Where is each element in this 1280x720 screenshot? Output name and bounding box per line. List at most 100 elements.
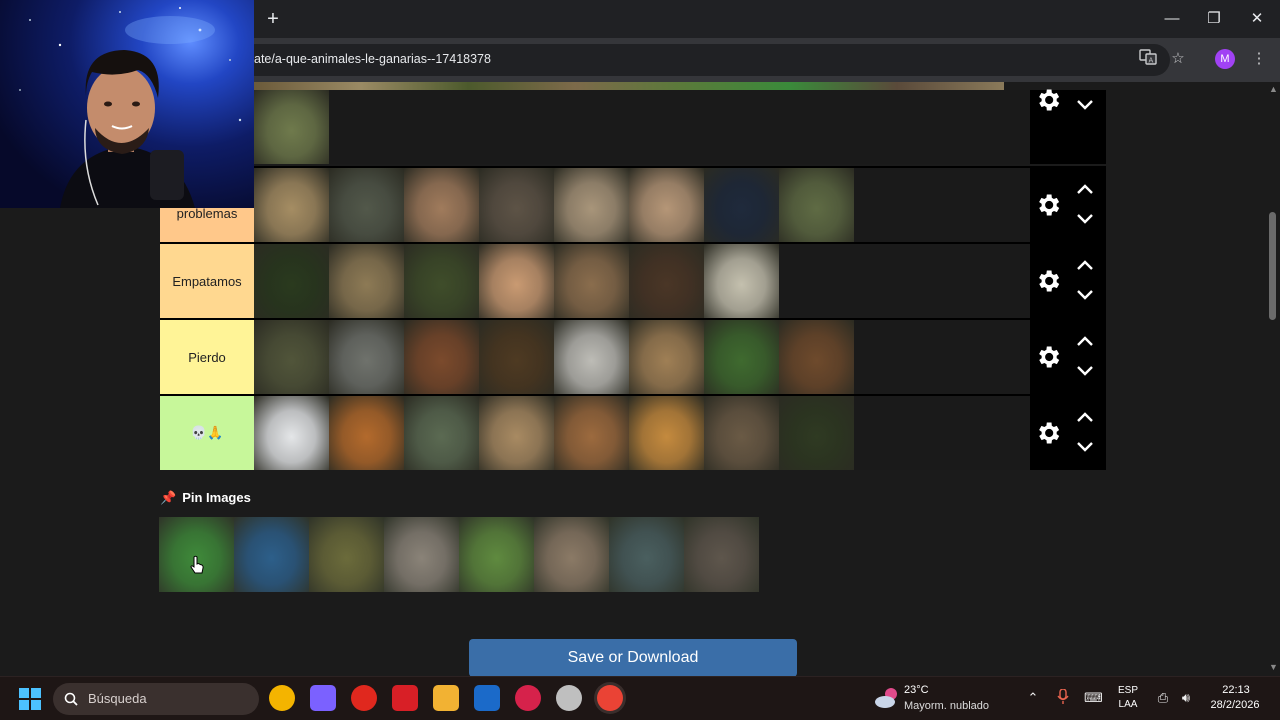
animal-image-tile[interactable]: [254, 320, 329, 394]
animal-image-tile[interactable]: [479, 168, 554, 242]
gear-icon[interactable]: [1034, 343, 1062, 371]
pinned-animal-image[interactable]: [309, 517, 384, 592]
animal-image-tile[interactable]: [254, 244, 329, 318]
gear-icon[interactable]: [1034, 419, 1062, 447]
pinned-animal-image[interactable]: [684, 517, 759, 592]
webcam-overlay: [0, 0, 254, 208]
github-icon[interactable]: [556, 685, 582, 711]
pinned-animal-image[interactable]: [534, 517, 609, 592]
bookmark-star-icon[interactable]: ☆: [1167, 48, 1189, 70]
opera-icon[interactable]: [351, 685, 377, 711]
animal-image-tile[interactable]: [254, 396, 329, 470]
clock-time[interactable]: 22:13: [1206, 684, 1266, 696]
file-explorer-icon[interactable]: [433, 685, 459, 711]
animal-image-tile[interactable]: [554, 244, 629, 318]
chrome-icon[interactable]: [269, 685, 295, 711]
animal-image-tile[interactable]: [554, 168, 629, 242]
tier-items[interactable]: [254, 168, 1030, 242]
animal-image-tile[interactable]: [704, 320, 779, 394]
microphone-icon[interactable]: [1054, 688, 1072, 707]
opera-gx-icon[interactable]: [515, 685, 541, 711]
animal-image-tile[interactable]: [329, 168, 404, 242]
tier-items[interactable]: [254, 244, 1030, 318]
animal-image-tile[interactable]: [779, 396, 854, 470]
animal-image-tile[interactable]: [404, 320, 479, 394]
scroll-down-arrow-icon[interactable]: ▼: [1269, 662, 1278, 672]
animal-image-tile[interactable]: [704, 168, 779, 242]
animal-image-tile[interactable]: [479, 320, 554, 394]
animal-image-tile[interactable]: [779, 168, 854, 242]
animal-image-tile[interactable]: [404, 396, 479, 470]
weather-widget[interactable]: 23°C Mayorm. nublado: [872, 682, 1002, 716]
restore-button[interactable]: ❐: [1199, 8, 1229, 30]
animal-image-tile[interactable]: [554, 396, 629, 470]
tier-label[interactable]: Empatamos: [160, 244, 254, 318]
animal-image-tile[interactable]: [404, 168, 479, 242]
network-icon[interactable]: ⎙: [1154, 689, 1172, 707]
move-up-chevron-icon[interactable]: [1075, 182, 1095, 196]
chrome-profile-icon[interactable]: [597, 685, 623, 711]
taskbar-search[interactable]: Búsqueda: [53, 683, 259, 715]
animal-image-tile[interactable]: [479, 244, 554, 318]
scroll-thumb[interactable]: [1269, 212, 1276, 320]
animal-image-tile[interactable]: [704, 396, 779, 470]
tier-items[interactable]: [254, 396, 1030, 470]
animal-image-tile[interactable]: [779, 320, 854, 394]
tier-items[interactable]: [254, 320, 1030, 394]
animal-image-tile[interactable]: [554, 320, 629, 394]
scroll-up-arrow-icon[interactable]: ▲: [1269, 84, 1278, 94]
windows-start-icon[interactable]: [19, 688, 41, 710]
animal-image-tile[interactable]: [329, 244, 404, 318]
animal-image-tile[interactable]: [629, 244, 704, 318]
animal-image-tile[interactable]: [329, 396, 404, 470]
animal-image-tile[interactable]: [254, 168, 329, 242]
address-bar[interactable]: ate/a-que-animales-le-ganarias--17418378: [240, 44, 1170, 76]
tier-label[interactable]: 💀🙏: [160, 396, 254, 470]
gear-icon[interactable]: [1034, 267, 1062, 295]
tier-label[interactable]: Pierdo: [160, 320, 254, 394]
new-tab-button[interactable]: +: [262, 8, 284, 30]
tier-row: [160, 89, 1106, 166]
move-up-chevron-icon[interactable]: [1075, 334, 1095, 348]
animal-image-tile[interactable]: [254, 90, 329, 164]
volume-icon[interactable]: 🔊︎: [1177, 689, 1195, 707]
move-down-chevron-icon[interactable]: [1075, 98, 1095, 112]
move-up-chevron-icon[interactable]: [1075, 410, 1095, 424]
vegas-icon[interactable]: [474, 685, 500, 711]
animal-image-tile[interactable]: [329, 320, 404, 394]
gear-icon[interactable]: [1034, 191, 1062, 219]
youtube-icon[interactable]: [392, 685, 418, 711]
pinned-animal-image[interactable]: [459, 517, 534, 592]
keyboard-icon[interactable]: ⌨: [1084, 689, 1103, 707]
animal-image-tile[interactable]: [704, 244, 779, 318]
pinned-animal-image[interactable]: [609, 517, 684, 592]
language-code[interactable]: ESP: [1116, 685, 1140, 696]
minimize-button[interactable]: —: [1157, 8, 1187, 30]
pinned-animal-image[interactable]: [234, 517, 309, 592]
move-down-chevron-icon[interactable]: [1075, 212, 1095, 226]
clock-date[interactable]: 28/2/2026: [1200, 699, 1270, 711]
tray-overflow-chevron-icon[interactable]: ⌃: [1024, 689, 1042, 707]
tier-items[interactable]: [254, 90, 1030, 164]
pinned-animal-image[interactable]: [384, 517, 459, 592]
move-up-chevron-icon[interactable]: [1075, 258, 1095, 272]
animal-image-tile[interactable]: [629, 168, 704, 242]
move-down-chevron-icon[interactable]: [1075, 288, 1095, 302]
save-or-download-button[interactable]: Save or Download: [469, 639, 797, 676]
page-scrollbar[interactable]: ▲ ▼: [1266, 82, 1280, 676]
move-down-chevron-icon[interactable]: [1075, 440, 1095, 454]
move-down-chevron-icon[interactable]: [1075, 364, 1095, 378]
animal-image-tile[interactable]: [629, 320, 704, 394]
weather-temperature: 23°C: [904, 684, 929, 696]
animal-image-tile[interactable]: [479, 396, 554, 470]
translate-icon[interactable]: A: [1137, 48, 1159, 70]
copilot-icon[interactable]: [310, 685, 336, 711]
keyboard-layout[interactable]: LAA: [1116, 699, 1140, 710]
url-text[interactable]: ate/a-que-animales-le-ganarias--17418378: [254, 52, 491, 66]
animal-image-tile[interactable]: [404, 244, 479, 318]
animal-image-tile[interactable]: [629, 396, 704, 470]
profile-avatar[interactable]: M: [1215, 49, 1235, 69]
close-window-button[interactable]: ✕: [1242, 8, 1272, 30]
gear-icon[interactable]: [1034, 86, 1062, 114]
menu-kebab-icon[interactable]: ⋮: [1248, 48, 1270, 70]
